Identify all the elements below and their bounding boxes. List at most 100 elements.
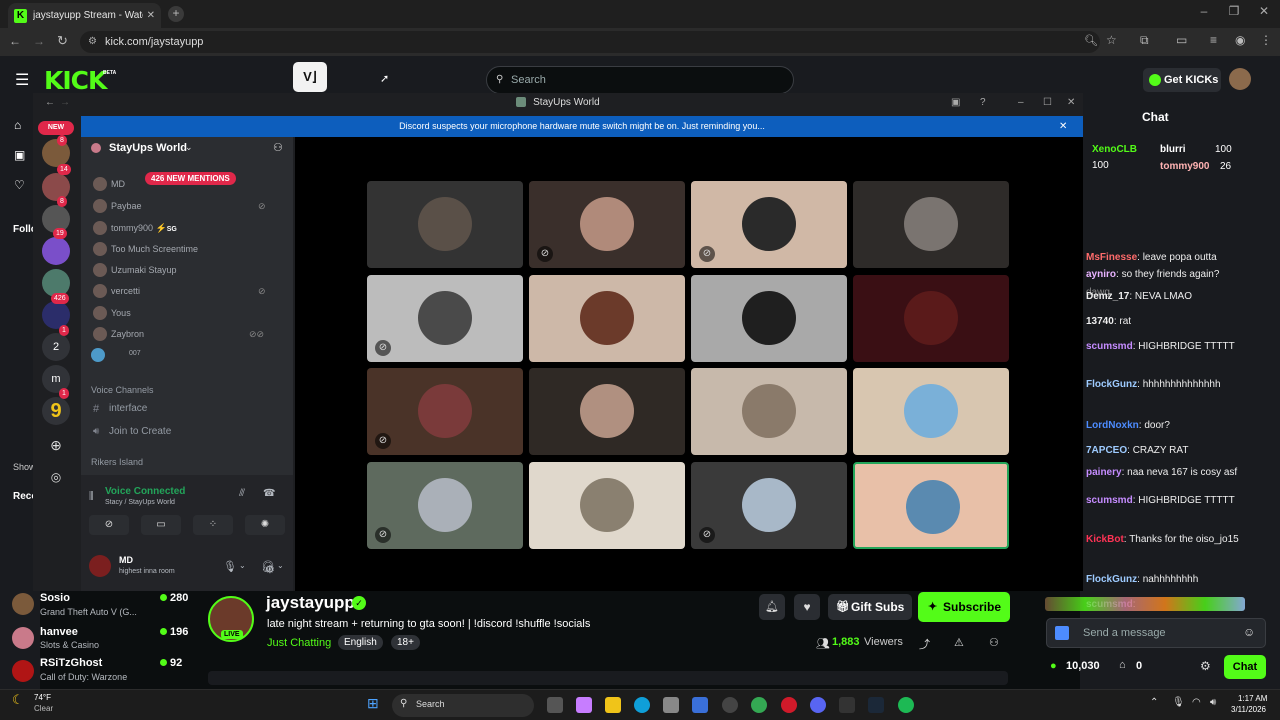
rec-name-2[interactable]: hanvee — [40, 626, 78, 638]
server-name[interactable]: StayUps World — [109, 142, 187, 154]
discover-icon[interactable]: ◎ — [42, 463, 70, 491]
maximize-icon[interactable]: ☐ — [1043, 93, 1052, 113]
edge-icon[interactable] — [634, 697, 650, 713]
microphone-icon[interactable]: 🎙︎ — [223, 560, 237, 573]
participant-tile[interactable]: ⊘ — [529, 181, 685, 268]
chat-input[interactable]: Send a message ☺ — [1046, 618, 1266, 648]
current-user-name[interactable]: MD — [119, 555, 133, 565]
participant-tile[interactable] — [529, 368, 685, 455]
participant-tile[interactable]: ⊘ — [367, 368, 523, 455]
chat-message[interactable]: scumsmd: HIGHBRIDGE TTTTT — [1086, 340, 1235, 353]
chat-message[interactable]: FlockGunz: nahhhhhhhh — [1086, 573, 1198, 586]
chevron-down-icon[interactable]: ⌄ — [277, 561, 284, 570]
windows-start-icon[interactable]: ⊞ — [367, 695, 379, 712]
task-view-icon[interactable] — [547, 697, 563, 713]
kick-logo[interactable]: KICK — [44, 66, 107, 95]
participant-tile[interactable] — [529, 462, 685, 549]
new-tab-button[interactable]: + — [168, 6, 184, 22]
avatar[interactable] — [12, 593, 34, 615]
participant-tile[interactable]: ⊘ — [691, 181, 847, 268]
chat-message[interactable]: 13740: rat — [1086, 315, 1131, 328]
voice-member[interactable]: vercetti — [93, 284, 140, 298]
chat-message[interactable]: scumsmd: HIGHBRIDGE TTTTT — [1086, 494, 1235, 507]
chat-message[interactable]: ayniro: so they friends again? — [1086, 268, 1219, 281]
kick-search-input[interactable]: ⚲ Search — [486, 66, 794, 94]
participant-tile[interactable] — [853, 181, 1009, 268]
forward-arrow-icon[interactable]: → — [60, 93, 70, 113]
gifter-1[interactable]: XenoCLB — [1092, 144, 1137, 155]
share-icon[interactable]: ⤴ — [919, 636, 930, 652]
user-settings-gear-icon[interactable]: ⚙ — [265, 563, 275, 576]
voice-member[interactable]: Yous — [93, 306, 131, 320]
help-icon[interactable]: ? — [980, 93, 986, 113]
steam-icon[interactable] — [868, 697, 884, 713]
browse-icon[interactable]: ▣ — [14, 148, 25, 162]
chat-message[interactable]: KickBot: Thanks for the oiso_jo15 — [1086, 533, 1239, 546]
participant-tile[interactable] — [853, 368, 1009, 455]
participant-tile[interactable]: ⊘ — [691, 462, 847, 549]
minimize-window-icon[interactable]: – — [1196, 4, 1212, 18]
voice-connected-label[interactable]: Voice Connected — [105, 486, 185, 497]
voice-member[interactable]: Paybae — [93, 199, 142, 213]
server-letter[interactable]: 2 — [42, 333, 70, 361]
overlay-app-icon[interactable]: V⌋ — [293, 62, 327, 92]
chat-message[interactable]: painery: naa neva 167 is cosy asf — [1086, 466, 1237, 479]
copilot-icon[interactable] — [576, 697, 592, 713]
following-heart-icon[interactable]: ♡ — [14, 178, 25, 192]
subscribe-button[interactable]: ✦ Subscribe — [918, 592, 1010, 622]
close-window-icon[interactable]: ✕ — [1256, 4, 1272, 18]
extensions-icon[interactable]: ⧉ — [1140, 33, 1149, 48]
discord-icon[interactable] — [810, 697, 826, 713]
site-info-icon[interactable]: ⚙ — [88, 31, 97, 53]
participant-tile[interactable] — [691, 368, 847, 455]
voice-member[interactable]: Zaybron — [93, 327, 144, 341]
category-link[interactable]: Just Chatting — [267, 637, 331, 649]
chat-message[interactable]: Demz_17: NEVA LMAO — [1086, 290, 1192, 303]
profile-icon[interactable]: ◉ — [1235, 33, 1245, 47]
chat-message[interactable]: MsFinesse: leave popa outta — [1086, 251, 1217, 264]
tag-english[interactable]: English — [338, 635, 383, 650]
add-user-icon[interactable]: ⚇ — [989, 636, 999, 649]
participant-tile[interactable] — [691, 275, 847, 362]
voice-channels-heading[interactable]: Voice Channels — [91, 385, 154, 395]
channel-interface[interactable]: interface — [109, 403, 147, 414]
notification-bell-button[interactable]: 🔔︎ — [759, 594, 785, 620]
browser-menu-icon[interactable]: ⋮ — [1260, 33, 1272, 47]
store-icon[interactable]: ⌂ — [1119, 659, 1126, 671]
split-view-icon[interactable]: ▭ — [1176, 33, 1187, 47]
voice-member[interactable]: tommy900 ⚡SG — [93, 221, 177, 235]
add-member-icon[interactable]: ⚇ — [273, 141, 283, 154]
minimize-icon[interactable]: – — [1018, 93, 1024, 113]
microphone-icon[interactable]: 🎙︎ — [1172, 697, 1185, 708]
channel-join-to-create[interactable]: Join to Create — [109, 426, 171, 437]
noise-suppression-icon[interactable]: ⫻ — [239, 488, 245, 499]
screen-share-button[interactable]: ▭ — [141, 515, 181, 535]
chevron-up-icon[interactable]: ⌃ — [1150, 697, 1158, 708]
chat-send-button[interactable]: Chat — [1224, 655, 1266, 679]
emote-strip[interactable] — [1045, 597, 1245, 611]
participant-tile[interactable]: ⊘ — [367, 275, 523, 362]
disconnect-icon[interactable]: ☎ — [263, 488, 275, 499]
chat-message[interactable]: FlockGunz: hhhhhhhhhhhhhh — [1086, 378, 1221, 391]
participant-tile[interactable] — [529, 275, 685, 362]
spotify-icon[interactable] — [898, 697, 914, 713]
chat-message[interactable]: LordNoxkn: door? — [1086, 419, 1170, 432]
gifter-2[interactable]: blurri — [1160, 144, 1186, 155]
tag-age[interactable]: 18+ — [391, 635, 420, 650]
browser-tab[interactable]: K jaystayupp Stream - Watch Live ✕ — [8, 3, 161, 28]
settings-icon[interactable] — [722, 697, 738, 713]
rec-name-1[interactable]: Sosio — [40, 592, 70, 604]
weather-temp[interactable]: 74°F — [34, 693, 51, 702]
participant-tile[interactable]: ⊘ — [367, 462, 523, 549]
close-icon[interactable]: ✕ — [1067, 93, 1075, 113]
reload-icon[interactable]: ↻ — [57, 33, 68, 49]
participant-tile[interactable] — [367, 181, 523, 268]
inbox-icon[interactable]: ▣ — [951, 93, 960, 113]
add-server-icon[interactable]: ⊕ — [42, 431, 70, 459]
voice-member[interactable]: Uzumaki Stayup — [93, 263, 177, 277]
chat-message[interactable]: 7APCEO: CRAZY RAT — [1086, 444, 1188, 457]
hamburger-menu-icon[interactable]: ☰ — [15, 70, 29, 90]
volume-icon[interactable]: 🔊︎ — [1210, 697, 1216, 708]
xbox-icon[interactable] — [839, 697, 855, 713]
restore-window-icon[interactable]: ❐ — [1226, 4, 1242, 18]
